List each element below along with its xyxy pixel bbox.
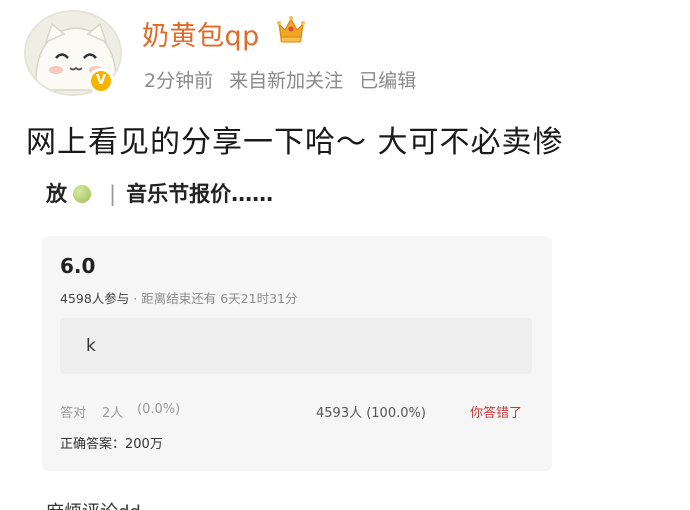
comment-cut-text: 麻烦评论dd xyxy=(46,498,141,510)
verified-badge-icon: V xyxy=(88,68,114,94)
quiz-deadline: · 距离结束还有 6天21时31分 xyxy=(133,291,298,306)
answer-text: k xyxy=(86,336,96,356)
screenshot-title: 放 | 音乐节报价…… xyxy=(46,178,273,208)
right-label: 答对 xyxy=(60,406,87,421)
crown-icon xyxy=(277,16,305,43)
post-meta: 2分钟前 来自新加关注 已编辑 xyxy=(144,66,426,93)
post-text: 网上看见的分享一下哈～ 大可不必卖惨 xyxy=(26,125,564,160)
post-time: 2分钟前 xyxy=(144,70,214,92)
right-count: 2人 xyxy=(102,406,124,421)
title-separator: | xyxy=(109,182,117,206)
participant-count: 4598人参与 xyxy=(60,291,130,306)
screenshot-title-start: 放 xyxy=(46,182,67,206)
username[interactable]: 奶黄包qp xyxy=(142,14,260,53)
screenshot-title-end: 音乐节报价…… xyxy=(126,182,274,206)
quiz-participants: 4598人参与 · 距离结束还有 6天21时31分 xyxy=(60,288,297,307)
embedded-screenshot[interactable]: 放 | 音乐节报价…… 6.0 4598人参与 · 距离结束还有 6天21时31分 … xyxy=(18,160,578,510)
wrong-flag: 你答错了 xyxy=(470,406,523,421)
post-edited[interactable]: 已编辑 xyxy=(359,70,416,92)
quiz-card: 6.0 4598人参与 · 距离结束还有 6天21时31分 k 答对 2人 (0… xyxy=(42,236,552,471)
quiz-score: 6.0 xyxy=(60,254,96,278)
wrong-stat: 4593人 (100.0%) xyxy=(316,406,426,421)
correct-answer: 正确答案：200万 xyxy=(60,437,163,452)
right-percent: (0.0%) xyxy=(137,402,181,417)
green-ball-emoji-icon xyxy=(73,185,91,203)
post-source[interactable]: 来自新加关注 xyxy=(229,70,343,92)
answer-box: k xyxy=(60,318,532,374)
